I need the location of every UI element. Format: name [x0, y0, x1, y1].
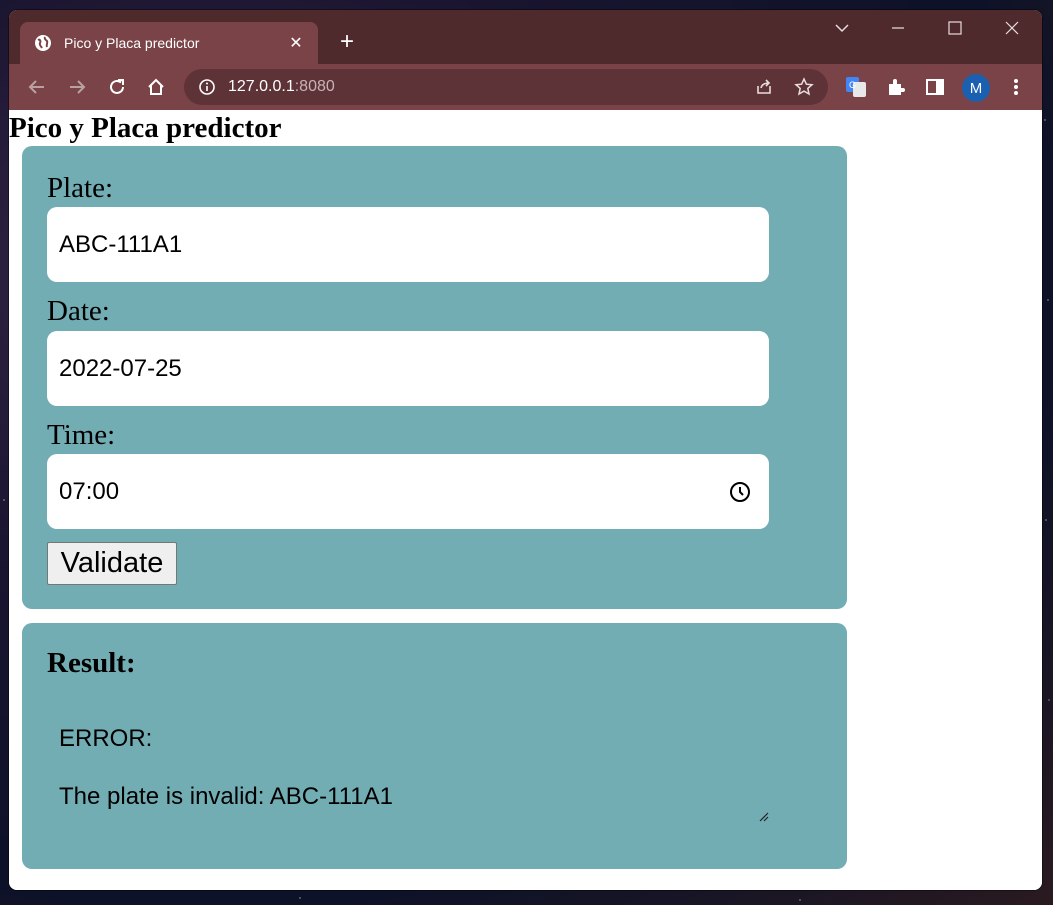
forward-arrow-icon[interactable] [65, 75, 89, 99]
result-line-message: The plate is invalid: ABC-111A1 [59, 783, 393, 810]
page-content: Pico y Placa predictor Plate: ABC-111A1 … [9, 110, 1042, 890]
url-host: 127.0.0.1 [228, 78, 295, 95]
reload-icon[interactable] [105, 75, 129, 99]
tab-search-icon[interactable] [822, 20, 862, 38]
resize-handle-icon[interactable] [757, 810, 769, 822]
close-tab-icon[interactable]: ✕ [286, 33, 306, 53]
back-arrow-icon[interactable] [25, 75, 49, 99]
info-icon[interactable] [198, 78, 216, 96]
address-bar[interactable]: 127.0.0.1:8080 [184, 69, 828, 105]
date-input[interactable]: 2022-07-25 [47, 331, 769, 406]
date-label: Date: [47, 295, 110, 327]
profile-avatar[interactable]: M [962, 74, 990, 102]
time-value: 07:00 [59, 477, 120, 505]
browser-tab[interactable]: Pico y Placa predictor ✕ [20, 22, 318, 64]
result-heading: Result: [47, 647, 136, 679]
extensions-puzzle-icon[interactable] [884, 75, 908, 99]
bookmark-star-icon[interactable] [794, 77, 814, 97]
result-textarea[interactable]: ERROR: The plate is invalid: ABC-111A1 [59, 695, 759, 840]
home-icon[interactable] [144, 75, 168, 99]
form-panel: Plate: ABC-111A1 Date: 2022-07-25 Time: … [22, 146, 847, 609]
browser-window: Pico y Placa predictor ✕ + 127.0.0.1:80… [9, 10, 1042, 890]
browser-toolbar: 127.0.0.1:8080 G M [9, 64, 1042, 110]
time-label: Time: [47, 419, 116, 451]
validate-button[interactable]: Validate [47, 542, 177, 585]
clock-icon[interactable] [728, 480, 752, 504]
translate-icon[interactable]: G [844, 75, 868, 99]
tab-title: Pico y Placa predictor [64, 35, 200, 51]
share-icon[interactable] [754, 77, 774, 97]
maximize-button[interactable] [935, 20, 975, 41]
title-bar: Pico y Placa predictor ✕ + [9, 10, 1042, 64]
close-window-button[interactable] [992, 20, 1032, 41]
globe-icon [35, 35, 51, 51]
side-panel-icon[interactable] [923, 75, 947, 99]
more-menu-icon[interactable] [1004, 75, 1028, 99]
result-panel: Result: ERROR: The plate is invalid: ABC… [22, 623, 847, 869]
plate-input[interactable]: ABC-111A1 [47, 207, 769, 282]
svg-text:G: G [849, 80, 856, 90]
page-title: Pico y Placa predictor [9, 112, 282, 144]
minimize-button[interactable] [878, 20, 918, 41]
result-line-error: ERROR: [59, 725, 153, 752]
plate-label: Plate: [47, 172, 114, 204]
url-port: :8080 [294, 78, 335, 95]
time-input[interactable]: 07:00 [47, 454, 769, 529]
new-tab-button[interactable]: + [335, 30, 359, 54]
